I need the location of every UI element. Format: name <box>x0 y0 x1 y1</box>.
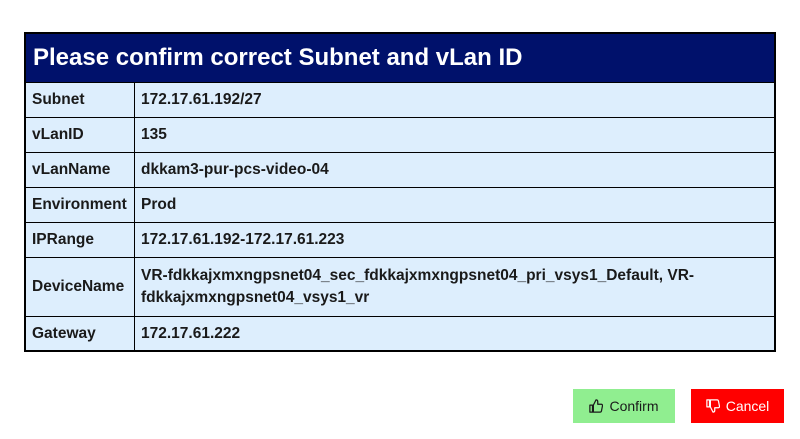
cancel-label: Cancel <box>725 398 770 414</box>
row-value-gateway: 172.17.61.222 <box>134 316 774 350</box>
row-value-devicename: VR-fdkkajxmxngpsnet04_sec_fdkkajxmxngpsn… <box>134 257 774 317</box>
row-value-subnet: 172.17.61.192/27 <box>141 91 262 108</box>
row-key-gateway: Gateway <box>26 316 135 350</box>
row-key-devicename: DeviceName <box>26 257 135 317</box>
row-value-iprange: 172.17.61.192-172.17.61.223 <box>134 222 774 258</box>
table-row: Gateway 172.17.61.222 <box>26 316 774 350</box>
panel-title: Please confirm correct Subnet and vLan I… <box>26 34 774 83</box>
table-row: IPRange 172.17.61.192-172.17.61.223 <box>26 222 774 258</box>
cancel-button[interactable]: Cancel <box>691 389 784 423</box>
row-value-vlanname: dkkam3-pur-pcs-video-04 <box>134 152 774 188</box>
thumbs-down-icon <box>705 399 720 413</box>
subnet-details-table: Subnet 172.17.61.192/27 vLanID 135 vLanN… <box>26 83 774 350</box>
row-key-subnet: Subnet <box>26 83 135 118</box>
thumbs-up-icon <box>589 399 604 413</box>
row-value-environment: Prod <box>134 187 774 223</box>
table-row: vLanID 135 <box>26 117 774 153</box>
table-row: Environment Prod <box>26 187 774 223</box>
row-key-vlanid: vLanID <box>26 117 135 153</box>
confirm-subnet-panel: Please confirm correct Subnet and vLan I… <box>24 32 776 352</box>
table-row: DeviceName VR-fdkkajxmxngpsnet04_sec_fdk… <box>26 257 774 317</box>
row-value-vlanid: 135 <box>134 117 774 153</box>
row-key-iprange: IPRange <box>26 222 135 258</box>
table-row: vLanName dkkam3-pur-pcs-video-04 <box>26 152 774 188</box>
confirm-button[interactable]: Confirm <box>573 389 675 423</box>
row-key-vlanname: vLanName <box>26 152 135 188</box>
confirm-label: Confirm <box>609 398 659 414</box>
row-key-environment: Environment <box>26 187 135 223</box>
table-row: Subnet 172.17.61.192/27 <box>26 83 774 118</box>
